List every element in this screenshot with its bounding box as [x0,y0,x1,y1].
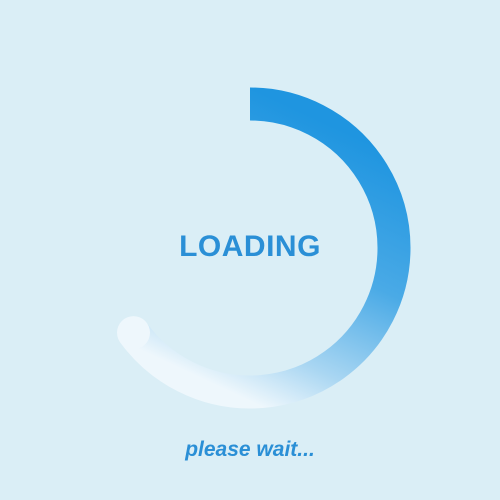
loading-title: LOADING [179,230,321,263]
loading-screen: LOADING please wait... [0,0,500,500]
please-wait-text: please wait... [185,438,315,461]
spinner-arc-tail [117,316,151,350]
